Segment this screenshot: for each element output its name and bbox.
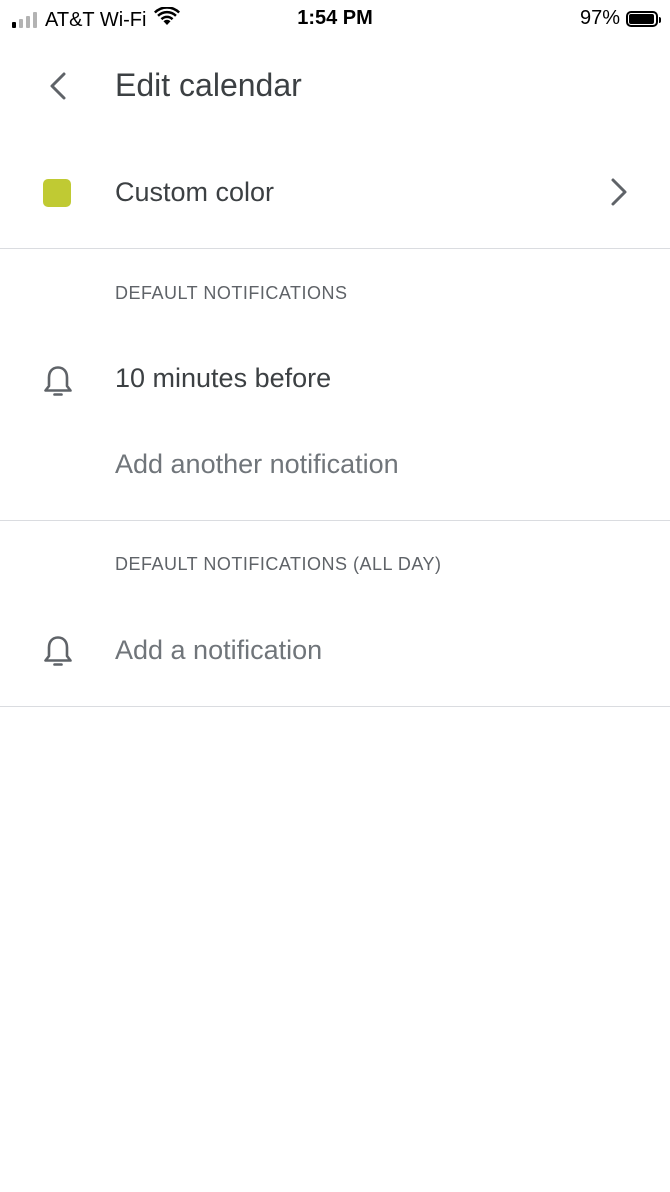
app-header: Edit calendar <box>0 60 670 116</box>
status-right: 97% <box>579 7 661 30</box>
color-swatch <box>43 179 71 207</box>
add-all-day-notification-button[interactable]: Add a notification <box>0 622 670 682</box>
chevron-right-icon <box>610 177 628 212</box>
divider <box>0 520 670 521</box>
status-time: 1:54 PM <box>297 7 373 29</box>
custom-color-row[interactable]: Custom color <box>0 150 670 236</box>
notification-label: 10 minutes before <box>115 363 332 393</box>
custom-color-label: Custom color <box>115 177 275 207</box>
bell-icon <box>41 364 75 405</box>
bell-icon <box>41 634 75 675</box>
add-another-notification-button[interactable]: Add another notification <box>0 436 670 496</box>
page-title: Edit calendar <box>115 67 302 103</box>
status-bar: AT&T Wi-Fi 1:54 PM 97% <box>0 0 670 38</box>
section-header-default-notifications: DEFAULT NOTIFICATIONS <box>115 283 348 303</box>
back-button[interactable] <box>36 66 80 110</box>
add-another-notification-label: Add another notification <box>115 449 399 479</box>
add-notification-label: Add a notification <box>115 635 323 665</box>
battery-fill <box>629 13 655 24</box>
divider <box>0 706 670 707</box>
section-header-all-day-notifications: DEFAULT NOTIFICATIONS (ALL DAY) <box>115 554 442 574</box>
chevron-left-icon <box>48 71 68 106</box>
divider <box>0 248 670 249</box>
battery-percent: 97% <box>579 7 620 29</box>
notification-item[interactable]: 10 minutes before <box>0 350 670 410</box>
battery-icon <box>626 10 661 27</box>
